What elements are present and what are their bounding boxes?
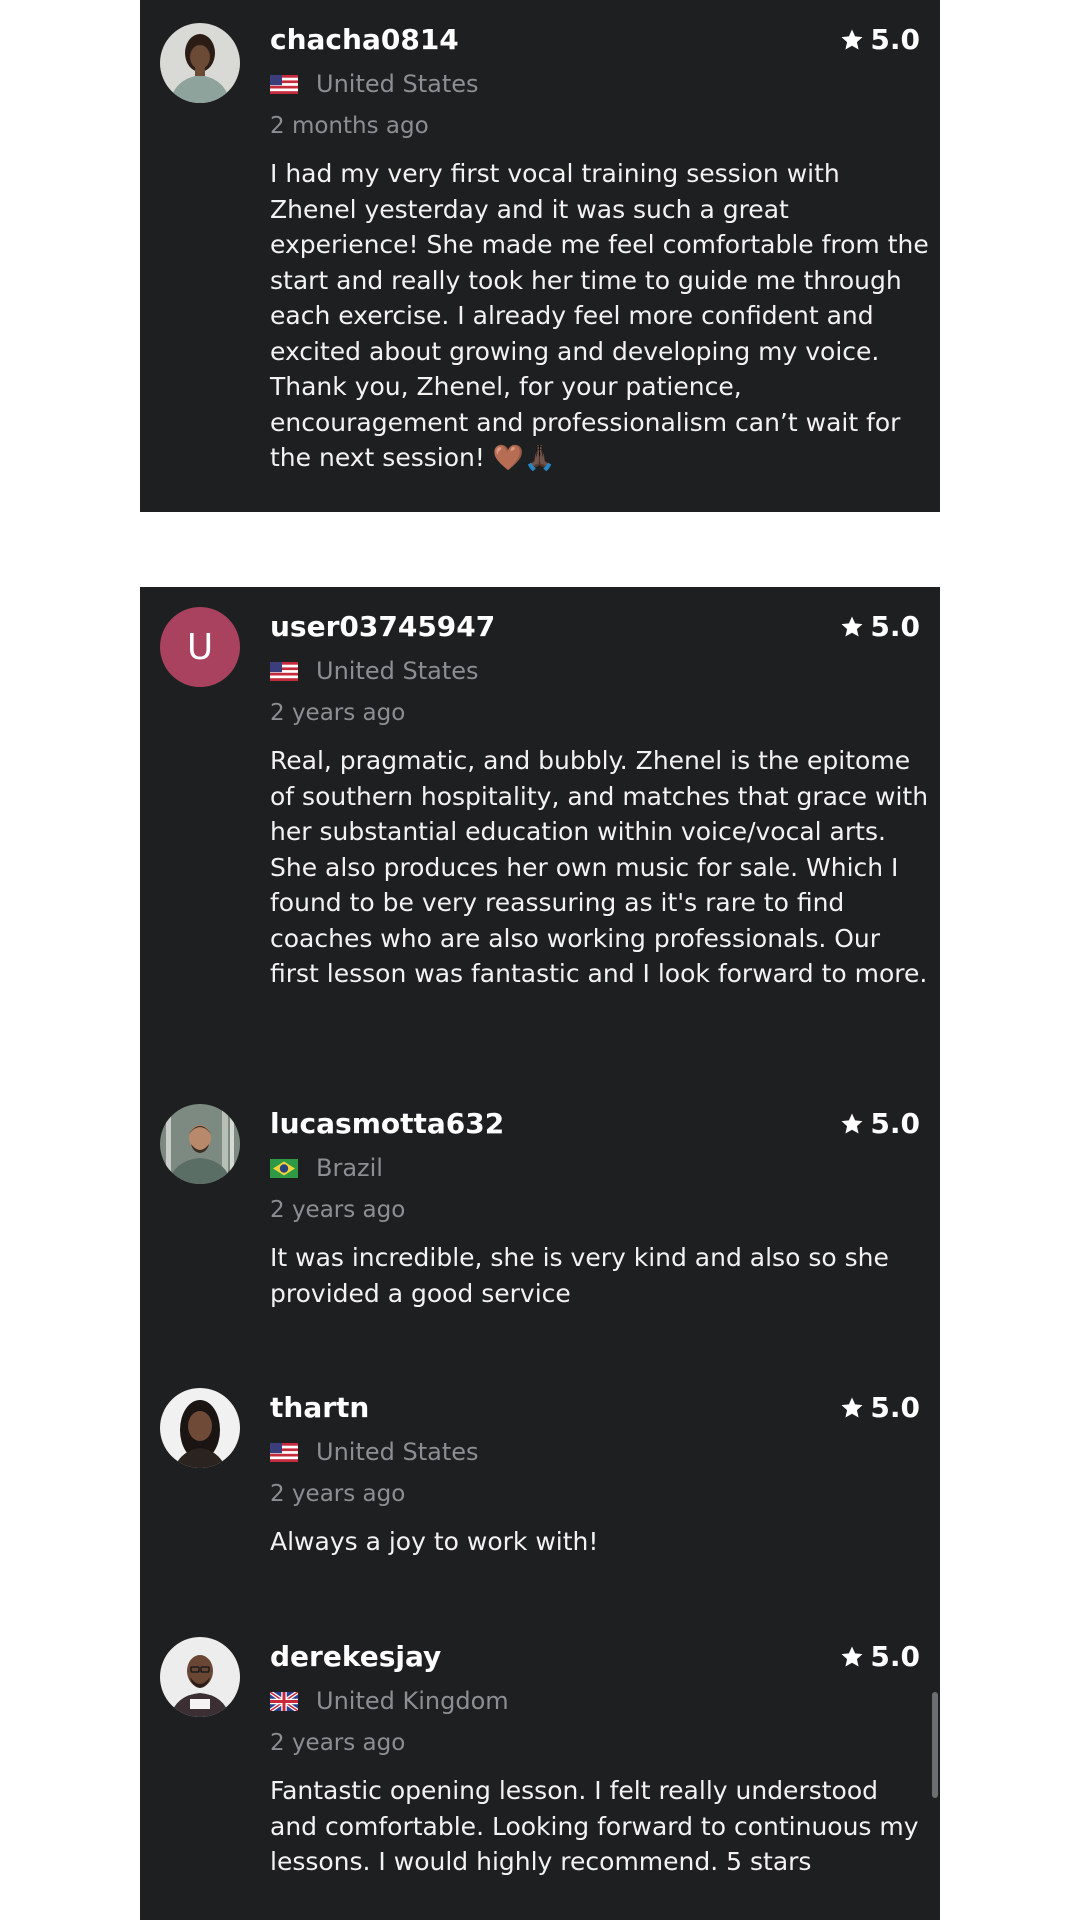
scrollbar-thumb[interactable] bbox=[932, 1692, 938, 1798]
flag-gb-icon bbox=[270, 1691, 298, 1711]
review-time: 2 years ago bbox=[270, 700, 406, 726]
country: United States bbox=[270, 64, 479, 104]
avatar[interactable]: U bbox=[160, 607, 240, 687]
username[interactable]: user03745947 bbox=[270, 607, 495, 647]
rating: 5.0 bbox=[840, 607, 920, 647]
review-text: I had my very first vocal training sessi… bbox=[270, 159, 929, 472]
country: United Kingdom bbox=[270, 1681, 509, 1721]
star-icon bbox=[841, 1397, 863, 1418]
avatar[interactable] bbox=[160, 1388, 240, 1468]
country-name: United States bbox=[316, 1438, 479, 1466]
star-icon bbox=[841, 29, 863, 50]
rating: 5.0 bbox=[840, 20, 920, 60]
review-item: derekesjay 5.0 United Kingdom 2 years ag… bbox=[140, 1637, 940, 1907]
country: United States bbox=[270, 1432, 479, 1472]
flag-us-icon bbox=[270, 661, 298, 681]
country-name: Brazil bbox=[316, 1154, 383, 1182]
review-time: 2 months ago bbox=[270, 113, 429, 139]
username[interactable]: thartn bbox=[270, 1388, 369, 1428]
review-card: chacha0814 5.0 United States 2 months ag… bbox=[140, 0, 940, 512]
star-icon bbox=[841, 1113, 863, 1134]
country: Brazil bbox=[270, 1148, 383, 1188]
username[interactable]: derekesjay bbox=[270, 1637, 441, 1677]
star-icon bbox=[841, 616, 863, 637]
rating: 5.0 bbox=[840, 1104, 920, 1144]
review-item: lucasmotta632 5.0 Brazil 2 years ago It … bbox=[140, 1104, 940, 1334]
rating: 5.0 bbox=[840, 1637, 920, 1677]
rating-value: 5.0 bbox=[870, 1391, 920, 1424]
review-text: It was incredible, she is very kind and … bbox=[270, 1243, 889, 1308]
rating-value: 5.0 bbox=[870, 1640, 920, 1673]
rating-value: 5.0 bbox=[870, 610, 920, 643]
rating: 5.0 bbox=[840, 1388, 920, 1428]
review-time: 2 years ago bbox=[270, 1197, 406, 1223]
flag-us-icon bbox=[270, 1442, 298, 1462]
avatar[interactable] bbox=[160, 1104, 240, 1184]
rating-value: 5.0 bbox=[870, 1107, 920, 1140]
country-name: United Kingdom bbox=[316, 1687, 509, 1715]
avatar[interactable] bbox=[160, 1637, 240, 1717]
review-item: chacha0814 5.0 United States 2 months ag… bbox=[140, 20, 940, 490]
username[interactable]: lucasmotta632 bbox=[270, 1104, 504, 1144]
review-text: Always a joy to work with! bbox=[270, 1527, 599, 1556]
username[interactable]: chacha0814 bbox=[270, 20, 459, 60]
star-icon bbox=[841, 1646, 863, 1667]
avatar[interactable] bbox=[160, 23, 240, 103]
flag-us-icon bbox=[270, 74, 298, 94]
country-name: United States bbox=[316, 657, 479, 685]
review-time: 2 years ago bbox=[270, 1481, 406, 1507]
country-name: United States bbox=[316, 70, 479, 98]
review-card: U user03745947 5.0 United States 2 years… bbox=[140, 587, 940, 1920]
rating-value: 5.0 bbox=[870, 23, 920, 56]
flag-br-icon bbox=[270, 1158, 298, 1178]
review-text: Fantastic opening lesson. I felt really … bbox=[270, 1776, 919, 1876]
review-item: thartn 5.0 United States 2 years ago Alw… bbox=[140, 1388, 940, 1588]
review-time: 2 years ago bbox=[270, 1730, 406, 1756]
review-item: U user03745947 5.0 United States 2 years… bbox=[140, 607, 940, 1057]
country: United States bbox=[270, 651, 479, 691]
review-text: Real, pragmatic, and bubbly. Zhenel is t… bbox=[270, 746, 929, 988]
